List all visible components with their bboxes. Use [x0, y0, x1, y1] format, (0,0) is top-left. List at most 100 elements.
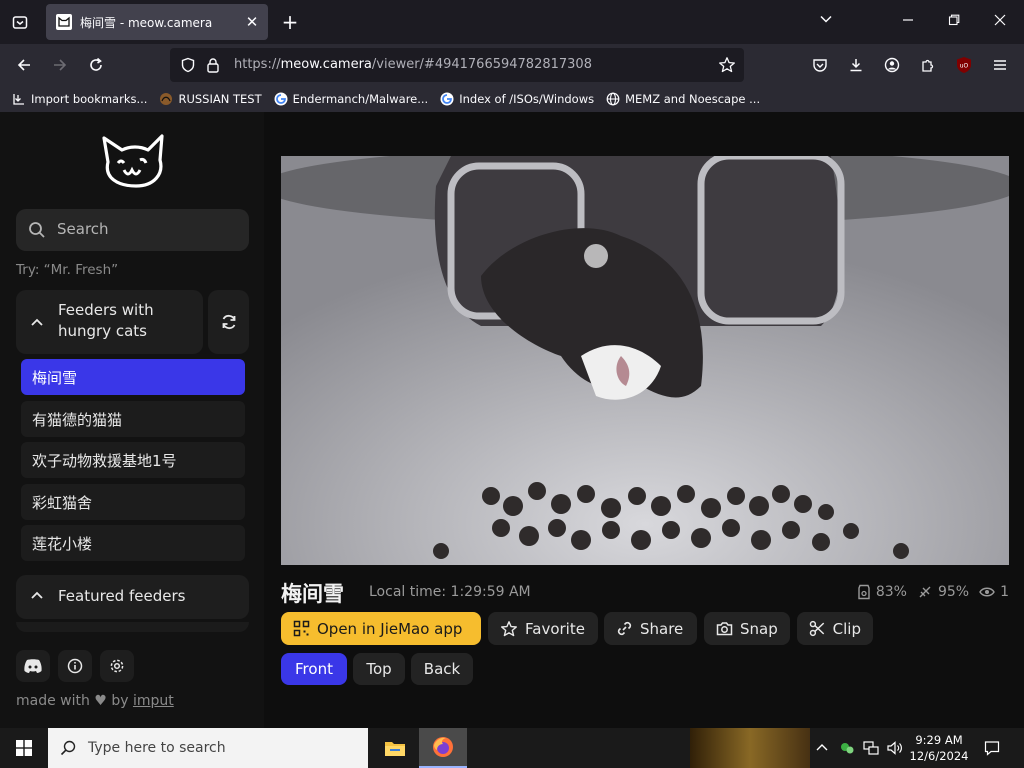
network-wired-icon[interactable] [860, 728, 882, 768]
firefox-taskbar-button[interactable] [419, 728, 467, 768]
bookmark-item[interactable]: Import bookmarks... [12, 92, 147, 106]
sidebar: Search Try: “Mr. Fresh” Feeders with hun… [0, 112, 264, 728]
imput-link[interactable]: imput [133, 693, 174, 709]
import-icon [13, 94, 24, 105]
open-in-jiemao-app-button[interactable]: Open in JieMao app [281, 612, 481, 645]
featured-feeders-group-toggle[interactable]: Featured feeders [16, 575, 249, 619]
browser-tab-active[interactable]: 梅间雪 - meow.camera ✕ [46, 4, 268, 40]
search-icon [60, 740, 76, 756]
start-button[interactable] [0, 728, 48, 768]
camera-video-feed[interactable] [281, 156, 1009, 565]
windows-taskbar: Type here to search 9:29 AM 12/6/2024 [0, 728, 1024, 768]
bookmark-item[interactable]: RUSSIAN TEST [159, 92, 262, 106]
favorite-button[interactable]: Favorite [488, 612, 598, 645]
downloads-icon[interactable] [844, 54, 868, 76]
camera-frame-image [281, 156, 1009, 565]
tab-title: 梅间雪 - meow.camera [80, 15, 213, 30]
star-icon [501, 620, 517, 636]
satellite-icon [919, 586, 931, 598]
restore-window-icon[interactable] [944, 12, 964, 32]
hungry-cats-group-toggle[interactable]: Feeders with hungry cats [16, 290, 203, 354]
list-all-tabs-icon[interactable] [8, 10, 32, 34]
camera-stats: 83% 95% 1 [847, 584, 1009, 600]
minimize-window-icon[interactable] [898, 12, 918, 32]
food-bag-icon [858, 584, 870, 600]
windows-logo-icon [16, 740, 32, 756]
account-icon[interactable] [880, 54, 904, 76]
info-icon [67, 658, 83, 674]
svg-text:uO: uO [960, 63, 969, 70]
eye-icon [979, 587, 995, 597]
back-arrow-icon[interactable] [12, 54, 36, 76]
feeder-item[interactable]: 欢子动物救援基地1号 [21, 442, 245, 478]
feeder-item[interactable]: 有猫德的猫猫 [21, 401, 245, 437]
share-button[interactable]: Share [604, 612, 697, 645]
qr-code-icon [293, 620, 310, 637]
heart-icon: ♥ [94, 693, 107, 709]
bookmark-item[interactable]: Endermanch/Malware... [274, 92, 428, 106]
forward-arrow-icon[interactable] [48, 54, 72, 76]
meow-camera-page: Search Try: “Mr. Fresh” Feeders with hun… [0, 112, 1024, 728]
info-button[interactable] [58, 650, 92, 682]
clip-button[interactable]: Clip [797, 612, 873, 645]
close-window-icon[interactable] [990, 12, 1010, 32]
search-placeholder: Search [57, 220, 109, 238]
view-front-button[interactable]: Front [281, 653, 347, 685]
google-icon [440, 92, 454, 106]
chevron-up-icon [31, 318, 43, 326]
taskbar-clock[interactable]: 9:29 AM 12/6/2024 [908, 732, 970, 764]
meow-camera-logo[interactable] [98, 130, 168, 192]
file-explorer-taskbar-button[interactable] [371, 728, 419, 768]
camera-icon [716, 622, 733, 636]
network-app-tray-icon[interactable] [836, 728, 858, 768]
new-tab-icon[interactable]: + [280, 12, 300, 32]
url-bar[interactable]: https://meow.camera/viewer/#494176659478… [170, 48, 744, 82]
local-time: Local time: 1:29:59 AM [369, 584, 531, 600]
scissors-icon [809, 620, 825, 637]
globe-icon [606, 92, 620, 106]
discord-button[interactable] [16, 650, 50, 682]
search-icon [29, 222, 45, 238]
bookmark-star-icon[interactable] [718, 56, 736, 78]
battery-stat: 95% [917, 584, 969, 600]
group-title: Featured feeders [58, 587, 186, 605]
search-hint: Try: “Mr. Fresh” [16, 262, 119, 278]
bookmarks-toolbar: Import bookmarks... RUSSIAN TEST Enderma… [0, 86, 1024, 112]
feeder-item[interactable]: 彩虹猫舍 [21, 484, 245, 520]
extensions-puzzle-icon[interactable] [916, 54, 940, 76]
pocket-icon[interactable] [808, 54, 832, 76]
bookmark-item[interactable]: MEMZ and Noescape ... [606, 92, 760, 106]
lock-icon[interactable] [206, 57, 220, 77]
refresh-button[interactable] [208, 290, 249, 354]
refresh-icon [222, 314, 235, 330]
feeder-item[interactable]: 莲花小楼 [21, 525, 245, 561]
view-top-button[interactable]: Top [353, 653, 405, 685]
firefox-icon [433, 737, 453, 757]
feeder-item[interactable]: 梅间雪 [21, 359, 245, 395]
folder-icon [385, 742, 405, 756]
ublock-origin-icon[interactable]: uO [952, 54, 976, 76]
notifications-icon[interactable] [978, 728, 1006, 768]
hamburger-menu-icon[interactable] [988, 54, 1012, 76]
view-back-button[interactable]: Back [411, 653, 473, 685]
snap-button[interactable]: Snap [704, 612, 790, 645]
tracking-protection-shield-icon[interactable] [180, 57, 196, 77]
url-text[interactable]: https://meow.camera/viewer/#494176659478… [234, 57, 592, 72]
food-level-stat: 83% [857, 584, 907, 600]
chevron-up-icon [31, 591, 43, 599]
settings-button[interactable] [100, 650, 134, 682]
camera-title: 梅间雪 [281, 582, 344, 606]
browser-nav-bar: https://meow.camera/viewer/#494176659478… [0, 44, 1024, 86]
tab-overflow-chevron-icon[interactable] [816, 12, 836, 32]
bookmark-item[interactable]: Index of /ISOs/Windows [440, 92, 594, 106]
made-with-footer: made with ♥ by imput [16, 693, 174, 709]
show-hidden-icons-chevron-icon[interactable] [812, 728, 832, 768]
browser-tab-bar: 梅间雪 - meow.camera ✕ + [0, 0, 1024, 44]
search-input[interactable]: Search [16, 209, 249, 251]
close-tab-icon[interactable]: ✕ [244, 14, 260, 30]
volume-speaker-icon[interactable] [884, 728, 906, 768]
viewer-count-stat: 1 [979, 584, 1009, 600]
taskbar-search-box[interactable]: Type here to search [48, 728, 368, 768]
gear-icon [110, 659, 124, 673]
reload-icon[interactable] [84, 54, 108, 76]
